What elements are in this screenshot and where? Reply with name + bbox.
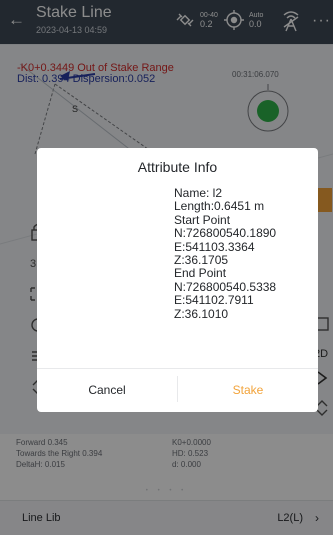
dialog-title: Attribute Info [137, 159, 218, 175]
end-point-heading: End Point [174, 266, 227, 281]
attribute-info-dialog: Attribute Info Name: l2 Length:0.6451 m … [37, 148, 318, 412]
line-length: Length:0.6451 m [174, 199, 265, 214]
start-point-heading: Start Point [174, 212, 231, 227]
cancel-button[interactable]: Cancel [37, 369, 177, 412]
end-point-n: N:726800540.5338 [174, 279, 277, 294]
start-point-z: Z:36.1705 [174, 253, 229, 268]
end-point-e: E:541102.7911 [174, 293, 254, 308]
stake-button[interactable]: Stake [178, 369, 318, 412]
start-point-n: N:726800540.1890 [174, 226, 277, 241]
end-point-z: Z:36.1010 [174, 306, 229, 321]
line-name: Name: l2 [174, 186, 223, 200]
start-point-e: E:541103.3364 [174, 239, 255, 254]
dialog-body: Name: l2 Length:0.6451 m Start Point N:7… [174, 186, 277, 321]
